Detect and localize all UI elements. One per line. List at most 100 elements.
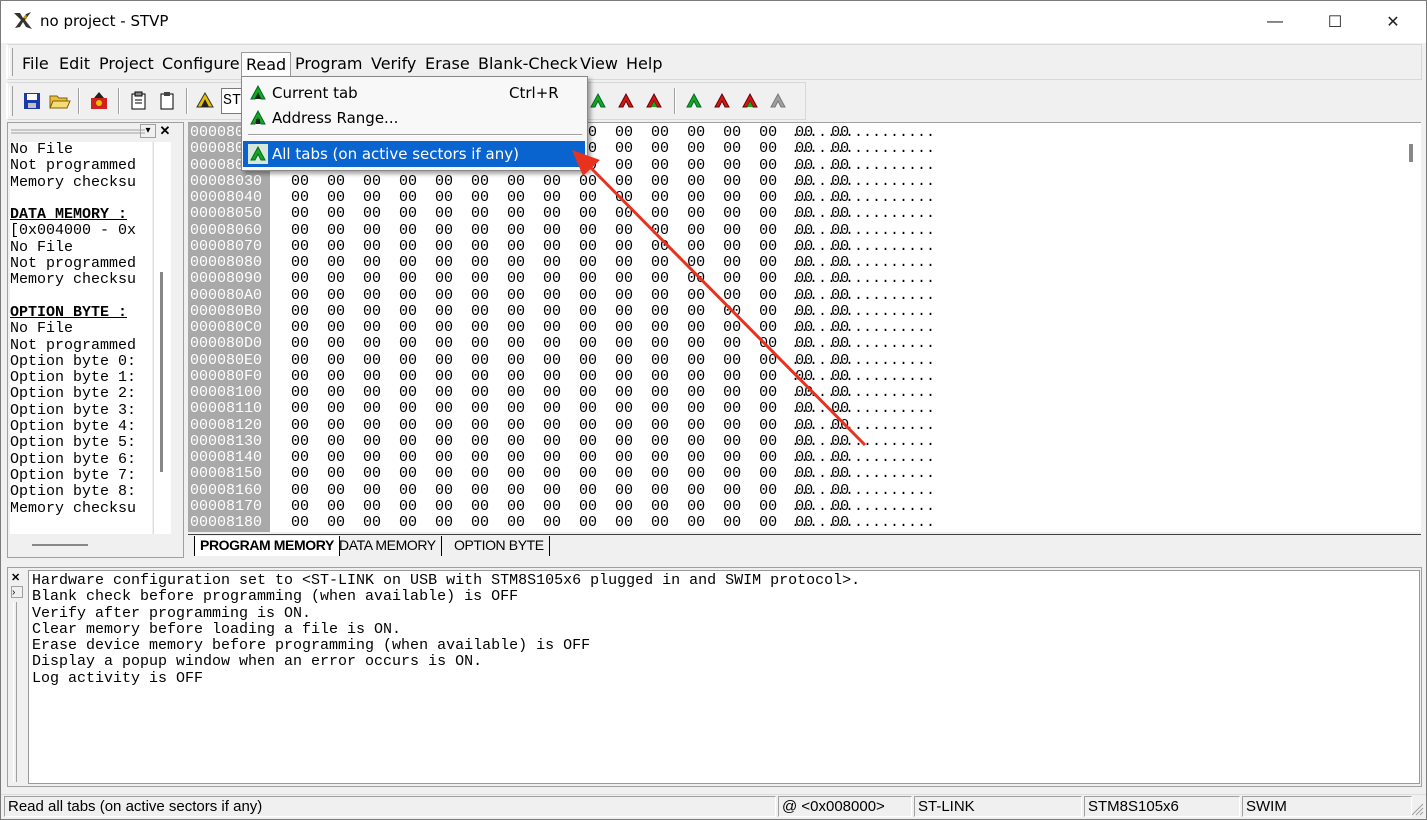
log-close-icon[interactable]: ✕ xyxy=(11,572,23,584)
read-menu-address-range[interactable]: Address Range... xyxy=(243,105,585,129)
memory-row-ascii[interactable]: ................ xyxy=(791,368,935,385)
device-select-icon[interactable] xyxy=(193,89,217,113)
memory-row[interactable]: 00008170 00 00 00 00 00 00 00 00 00 00 00… xyxy=(188,498,1408,515)
panel-close-icon[interactable]: ✕ xyxy=(158,124,172,138)
menu-view[interactable]: View xyxy=(576,52,622,76)
memory-row-ascii[interactable]: ................ xyxy=(791,482,935,499)
program-icon[interactable] xyxy=(614,89,638,113)
resize-grip-icon[interactable] xyxy=(1410,800,1424,816)
read-menu-all-tabs[interactable]: All tabs (on active sectors if any) xyxy=(243,141,585,167)
menu-program[interactable]: Program xyxy=(291,52,367,76)
close-button[interactable]: ✕ xyxy=(1364,1,1422,43)
memory-row-ascii[interactable]: ................ xyxy=(791,514,935,531)
memory-row[interactable]: 000080A0 00 00 00 00 00 00 00 00 00 00 00… xyxy=(188,287,1408,304)
memory-row-ascii[interactable]: ................ xyxy=(791,498,935,515)
program-all-icon[interactable] xyxy=(710,89,734,113)
memory-row-hex[interactable]: 00 00 00 00 00 00 00 00 00 00 00 00 00 0… xyxy=(291,384,849,401)
toolbar-grip[interactable] xyxy=(9,86,13,116)
menu-read[interactable]: Read xyxy=(241,52,292,76)
memory-row-hex[interactable]: 00 00 00 00 00 00 00 00 00 00 00 00 00 0… xyxy=(291,319,849,336)
memory-row[interactable]: 00008090 00 00 00 00 00 00 00 00 00 00 00… xyxy=(188,270,1408,287)
memory-row-ascii[interactable]: ................ xyxy=(791,238,935,255)
memory-row-hex[interactable]: 00 00 00 00 00 00 00 00 00 00 00 00 00 0… xyxy=(291,352,849,369)
menu-file[interactable]: File xyxy=(18,52,53,76)
memory-row[interactable]: 000080D0 00 00 00 00 00 00 00 00 00 00 00… xyxy=(188,335,1408,352)
memory-row-hex[interactable]: 00 00 00 00 00 00 00 00 00 00 00 00 00 0… xyxy=(291,482,849,499)
memory-row-ascii[interactable]: ................ xyxy=(791,303,935,320)
memory-row[interactable]: 00008070 00 00 00 00 00 00 00 00 00 00 00… xyxy=(188,238,1408,255)
menu-blank-check[interactable]: Blank-Check xyxy=(474,52,582,76)
log-output[interactable]: Hardware configuration set to <ST-LINK o… xyxy=(28,570,1420,784)
memory-row[interactable]: 00008160 00 00 00 00 00 00 00 00 00 00 00… xyxy=(188,482,1408,499)
verify-all-icon[interactable] xyxy=(738,89,762,113)
memory-row-hex[interactable]: 00 00 00 00 00 00 00 00 00 00 00 00 00 0… xyxy=(291,287,849,304)
memory-row-ascii[interactable]: ................ xyxy=(791,189,935,206)
memory-grid[interactable]: 0000800000 00 00 00 00 00 00 00 00 00 00… xyxy=(188,122,1421,532)
memory-row-ascii[interactable]: ................ xyxy=(791,222,935,239)
tab-data-memory[interactable]: DATA MEMORY xyxy=(334,536,442,556)
save-icon[interactable] xyxy=(20,89,44,113)
memory-row[interactable]: 00008040 00 00 00 00 00 00 00 00 00 00 00… xyxy=(188,189,1408,206)
memory-row[interactable]: 00008080 00 00 00 00 00 00 00 00 00 00 00… xyxy=(188,254,1408,271)
memory-row-ascii[interactable]: ................ xyxy=(791,352,935,369)
memory-row-ascii[interactable]: ................ xyxy=(791,384,935,401)
menu-help[interactable]: Help xyxy=(622,52,666,76)
memory-row[interactable]: 000080B0 00 00 00 00 00 00 00 00 00 00 00… xyxy=(188,303,1408,320)
memory-row-ascii[interactable]: ................ xyxy=(791,157,935,174)
log-panel-grip[interactable] xyxy=(13,602,17,782)
memory-row-ascii[interactable]: ................ xyxy=(791,417,935,434)
panel-scroll-icon[interactable]: ▾ xyxy=(140,124,156,138)
memory-row-hex[interactable]: 00 00 00 00 00 00 00 00 00 00 00 00 00 0… xyxy=(291,173,849,190)
verify-icon[interactable] xyxy=(642,89,666,113)
open-folder-icon[interactable] xyxy=(48,89,72,113)
memory-row-ascii[interactable]: ................ xyxy=(791,140,935,157)
memory-row[interactable]: 000080C0 00 00 00 00 00 00 00 00 00 00 00… xyxy=(188,319,1408,336)
memory-row-hex[interactable]: 00 00 00 00 00 00 00 00 00 00 00 00 00 0… xyxy=(291,189,849,206)
menu-project[interactable]: Project xyxy=(95,52,158,76)
minimize-button[interactable]: — xyxy=(1246,1,1304,43)
memory-row[interactable]: 00008060 00 00 00 00 00 00 00 00 00 00 00… xyxy=(188,222,1408,239)
memory-row-hex[interactable]: 00 00 00 00 00 00 00 00 00 00 00 00 00 0… xyxy=(291,254,849,271)
memory-row-ascii[interactable]: ................ xyxy=(791,254,935,271)
paste-icon[interactable] xyxy=(127,89,151,113)
info-panel-hscrollbar[interactable] xyxy=(10,536,172,554)
clipboard-icon[interactable] xyxy=(155,89,179,113)
memory-row-hex[interactable]: 00 00 00 00 00 00 00 00 00 00 00 00 00 0… xyxy=(291,433,849,450)
memory-row-ascii[interactable]: ................ xyxy=(791,319,935,336)
memory-row-ascii[interactable]: ................ xyxy=(791,400,935,417)
memory-row-ascii[interactable]: ................ xyxy=(791,173,935,190)
memory-row-hex[interactable]: 00 00 00 00 00 00 00 00 00 00 00 00 00 0… xyxy=(291,400,849,417)
configure-icon[interactable] xyxy=(87,89,111,113)
memory-row-hex[interactable]: 00 00 00 00 00 00 00 00 00 00 00 00 00 0… xyxy=(291,270,849,287)
memory-row[interactable]: 000080E0 00 00 00 00 00 00 00 00 00 00 00… xyxy=(188,352,1408,369)
memory-row-hex[interactable]: 00 00 00 00 00 00 00 00 00 00 00 00 00 0… xyxy=(291,303,849,320)
menu-erase[interactable]: Erase xyxy=(421,52,474,76)
memory-row-hex[interactable]: 00 00 00 00 00 00 00 00 00 00 00 00 00 0… xyxy=(291,449,849,466)
menu-configure[interactable]: Configure xyxy=(158,52,244,76)
memory-row-ascii[interactable]: ................ xyxy=(791,433,935,450)
info-panel-scrollbar[interactable] xyxy=(153,142,171,534)
menu-edit[interactable]: Edit xyxy=(55,52,94,76)
memory-row[interactable]: 00008120 00 00 00 00 00 00 00 00 00 00 00… xyxy=(188,417,1408,434)
memory-row-ascii[interactable]: ................ xyxy=(791,449,935,466)
menu-verify[interactable]: Verify xyxy=(367,52,420,76)
memory-row[interactable]: 00008180 00 00 00 00 00 00 00 00 00 00 00… xyxy=(188,514,1408,531)
memory-row-hex[interactable]: 00 00 00 00 00 00 00 00 00 00 00 00 00 0… xyxy=(291,222,849,239)
memory-row-hex[interactable]: 00 00 00 00 00 00 00 00 00 00 00 00 00 0… xyxy=(291,238,849,255)
memory-row-hex[interactable]: 00 00 00 00 00 00 00 00 00 00 00 00 00 0… xyxy=(291,368,849,385)
memory-grid-scrollbar[interactable] xyxy=(1404,124,1420,530)
maximize-button[interactable]: ☐ xyxy=(1306,1,1364,43)
memory-row-ascii[interactable]: ................ xyxy=(791,335,935,352)
erase-disabled-icon[interactable] xyxy=(766,89,790,113)
memory-row[interactable]: 00008150 00 00 00 00 00 00 00 00 00 00 00… xyxy=(188,465,1408,482)
memory-row[interactable]: 000080F0 00 00 00 00 00 00 00 00 00 00 00… xyxy=(188,368,1408,385)
memory-row-ascii[interactable]: ................ xyxy=(791,287,935,304)
memory-row-ascii[interactable]: ................ xyxy=(791,270,935,287)
memory-row-hex[interactable]: 00 00 00 00 00 00 00 00 00 00 00 00 00 0… xyxy=(291,335,849,352)
read-icon[interactable] xyxy=(586,89,610,113)
memory-row-hex[interactable]: 00 00 00 00 00 00 00 00 00 00 00 00 00 0… xyxy=(291,465,849,482)
log-expand-icon[interactable]: › xyxy=(11,586,23,598)
memory-row-ascii[interactable]: ................ xyxy=(791,124,935,141)
menu-bar-grip[interactable] xyxy=(9,48,13,76)
memory-row-hex[interactable]: 00 00 00 00 00 00 00 00 00 00 00 00 00 0… xyxy=(291,498,849,515)
